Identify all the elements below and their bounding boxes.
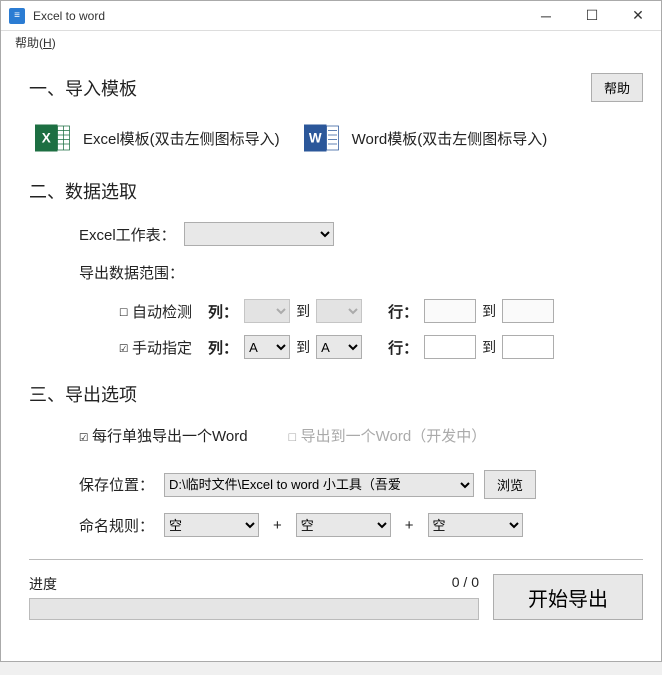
export-range-label: 导出数据范围：: [79, 262, 184, 283]
maximize-button[interactable]: ☐: [569, 1, 615, 31]
svg-text:W: W: [309, 131, 322, 146]
excel-template-label: Excel模板(双击左侧图标导入): [83, 128, 280, 149]
single-word-checkbox: ☐导出到一个Word（开发中）: [288, 425, 487, 446]
worksheet-row: Excel工作表：: [29, 222, 643, 246]
browse-button[interactable]: 浏览: [484, 470, 536, 499]
save-location-row: 保存位置： D:\临时文件\Excel to word 小工具（吾爱 浏览: [29, 470, 643, 499]
word-template-label: Word模板(双击左侧图标导入): [352, 128, 548, 149]
export-mode-row: ☑每行单独导出一个Word ☐导出到一个Word（开发中）: [29, 425, 643, 446]
col-label-auto: 列：: [208, 301, 238, 322]
each-row-checkbox[interactable]: ☑每行单独导出一个Word: [79, 425, 248, 446]
section1-title: 一、导入模板: [29, 75, 137, 101]
word-icon[interactable]: W: [304, 120, 340, 156]
to-label-4: 到: [482, 337, 496, 357]
close-button[interactable]: ✕: [615, 1, 661, 31]
progress-bar: [29, 598, 479, 620]
app-window: ≡ Excel to word ─ ☐ ✕ 帮助(H) 一、导入模板 帮助 X …: [0, 0, 662, 662]
auto-detect-checkbox[interactable]: ☐自动检测: [119, 301, 192, 322]
checkbox-empty-icon: ☐: [119, 302, 128, 320]
manual-specify-checkbox[interactable]: ☑手动指定: [119, 337, 192, 358]
manual-col-to[interactable]: A: [316, 335, 362, 359]
footer-row: 进度 0 / 0 开始导出: [29, 574, 643, 620]
worksheet-select[interactable]: [184, 222, 334, 246]
section1-header: 一、导入模板 帮助: [29, 73, 643, 102]
help-button[interactable]: 帮助: [591, 73, 643, 102]
divider: [29, 559, 643, 560]
manual-row-to[interactable]: [502, 335, 554, 359]
save-path-select[interactable]: D:\临时文件\Excel to word 小工具（吾爱: [164, 473, 474, 497]
window-controls: ─ ☐ ✕: [523, 1, 661, 31]
progress-text: 0 / 0: [452, 574, 479, 594]
naming-rule-row: 命名规则： 空 + 空 + 空: [29, 513, 643, 537]
save-location-label: 保存位置：: [79, 474, 154, 495]
window-title: Excel to word: [33, 9, 523, 23]
naming-rule-label: 命名规则：: [79, 515, 154, 536]
manual-row-from[interactable]: [424, 335, 476, 359]
content-area: 一、导入模板 帮助 X Excel模板(双击左侧图标导入) W Word模板(双…: [1, 53, 661, 661]
to-label-2: 到: [482, 301, 496, 321]
section3-header: 三、导出选项: [29, 381, 643, 407]
excel-icon[interactable]: X: [35, 120, 71, 156]
checkbox-empty-icon: ☐: [288, 427, 297, 445]
menu-help[interactable]: 帮助(H): [9, 32, 62, 53]
naming-part-3[interactable]: 空: [428, 513, 523, 537]
range-label-row: 导出数据范围：: [29, 262, 643, 283]
section-data-select: 二、数据选取 Excel工作表： 导出数据范围： ☐自动检测 列： 到 行： 到: [29, 178, 643, 359]
section2-title: 二、数据选取: [29, 178, 137, 204]
section-export-options: 三、导出选项 ☑每行单独导出一个Word ☐导出到一个Word（开发中） 保存位…: [29, 381, 643, 537]
naming-part-1[interactable]: 空: [164, 513, 259, 537]
section3-title: 三、导出选项: [29, 381, 137, 407]
row-label-auto: 行：: [388, 301, 418, 322]
worksheet-label: Excel工作表：: [79, 224, 176, 245]
section-import-template: 一、导入模板 帮助 X Excel模板(双击左侧图标导入) W Word模板(双…: [29, 73, 643, 156]
start-export-button[interactable]: 开始导出: [493, 574, 643, 620]
row-label-manual: 行：: [388, 337, 418, 358]
checkbox-checked-icon: ☑: [119, 338, 128, 356]
auto-col-to: [316, 299, 362, 323]
auto-row-to: [502, 299, 554, 323]
menu-bar: 帮助(H): [1, 31, 661, 53]
minimize-button[interactable]: ─: [523, 1, 569, 31]
to-label-3: 到: [296, 337, 310, 357]
progress-header: 进度 0 / 0: [29, 574, 479, 594]
checkbox-checked-icon: ☑: [79, 427, 88, 445]
to-label-1: 到: [296, 301, 310, 321]
col-label-manual: 列：: [208, 337, 238, 358]
progress-label: 进度: [29, 574, 57, 594]
title-bar: ≡ Excel to word ─ ☐ ✕: [1, 1, 661, 31]
section2-header: 二、数据选取: [29, 178, 643, 204]
naming-part-2[interactable]: 空: [296, 513, 391, 537]
auto-detect-row: ☐自动检测 列： 到 行： 到: [29, 299, 643, 323]
auto-col-from: [244, 299, 290, 323]
auto-row-from: [424, 299, 476, 323]
progress-block: 进度 0 / 0: [29, 574, 479, 620]
manual-specify-row: ☑手动指定 列： A 到 A 行： 到: [29, 335, 643, 359]
plus-2: +: [405, 517, 414, 534]
svg-text:X: X: [42, 131, 51, 146]
plus-1: +: [273, 517, 282, 534]
app-icon: ≡: [9, 8, 25, 24]
manual-col-from[interactable]: A: [244, 335, 290, 359]
template-row: X Excel模板(双击左侧图标导入) W Word模板(双击左侧图标导入): [29, 120, 643, 156]
